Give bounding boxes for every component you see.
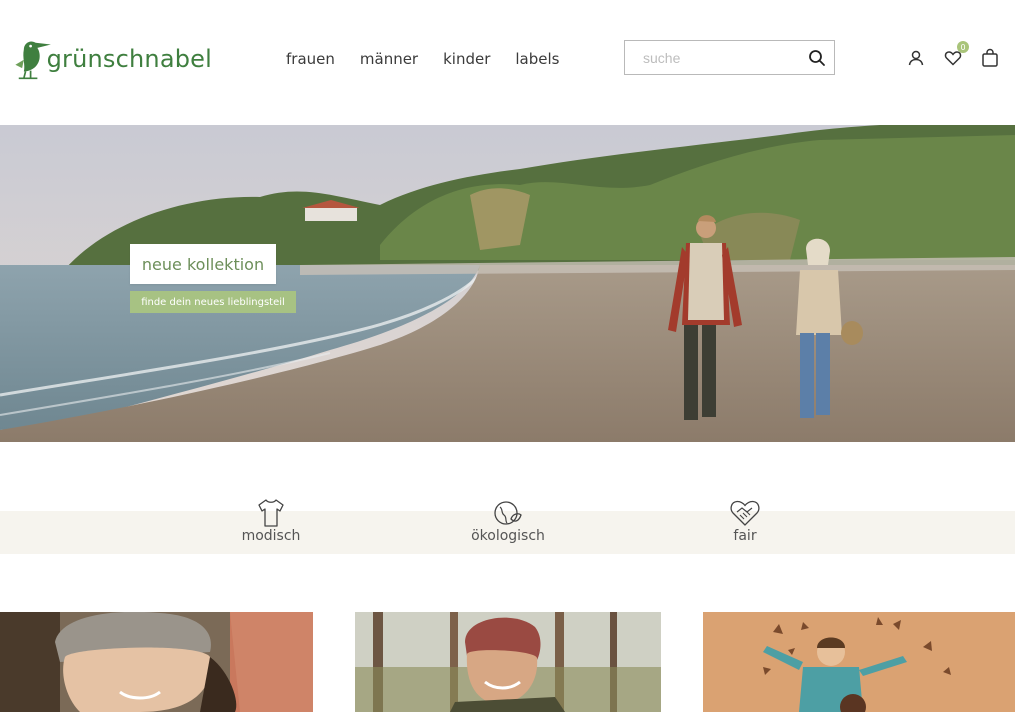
- header-actions: 0: [906, 41, 1000, 68]
- value-oekologisch: ökologisch: [448, 497, 568, 544]
- heart-handshake-icon: [730, 500, 760, 526]
- hero-title[interactable]: neue kollektion: [130, 244, 276, 284]
- brand-name: grünschnabel: [46, 45, 212, 73]
- value-label: ökologisch: [471, 528, 545, 544]
- category-tile-kinder[interactable]: [703, 612, 1015, 712]
- search-box: [624, 40, 835, 75]
- account-button[interactable]: [906, 48, 926, 68]
- hero-cta-button[interactable]: finde dein neues lieblingsteil: [130, 291, 296, 313]
- kids-leaves-image: [703, 612, 1015, 712]
- user-icon: [908, 50, 924, 66]
- search-input[interactable]: [641, 48, 805, 67]
- value-label: fair: [733, 528, 757, 544]
- nav-item-labels[interactable]: labels: [515, 50, 559, 68]
- brand-logo[interactable]: grünschnabel: [12, 30, 212, 86]
- nav-item-kinder[interactable]: kinder: [443, 50, 490, 68]
- nav-item-maenner[interactable]: männer: [360, 50, 418, 68]
- search-icon[interactable]: [808, 49, 826, 67]
- wishlist-count-badge: 0: [957, 41, 969, 53]
- value-modisch: modisch: [211, 497, 331, 544]
- value-label: modisch: [241, 528, 301, 544]
- category-tile-frauen[interactable]: [0, 612, 313, 712]
- woman-beanie-image: [0, 612, 313, 712]
- shopping-bag-icon: [982, 48, 998, 67]
- value-fair: fair: [685, 497, 805, 544]
- nav-item-frauen[interactable]: frauen: [286, 50, 335, 68]
- site-header: grünschnabel frauen männer kinder labels…: [0, 0, 1015, 125]
- globe-leaf-icon: [494, 501, 522, 525]
- tshirt-icon: [258, 499, 284, 527]
- man-beanie-image: [355, 612, 661, 712]
- hero-banner[interactable]: neue kollektion finde dein neues lieblin…: [0, 125, 1015, 442]
- cart-button[interactable]: [980, 48, 1000, 68]
- category-tile-maenner[interactable]: [355, 612, 661, 712]
- main-nav: frauen männer kinder labels: [286, 50, 559, 68]
- wishlist-button[interactable]: 0: [943, 41, 969, 68]
